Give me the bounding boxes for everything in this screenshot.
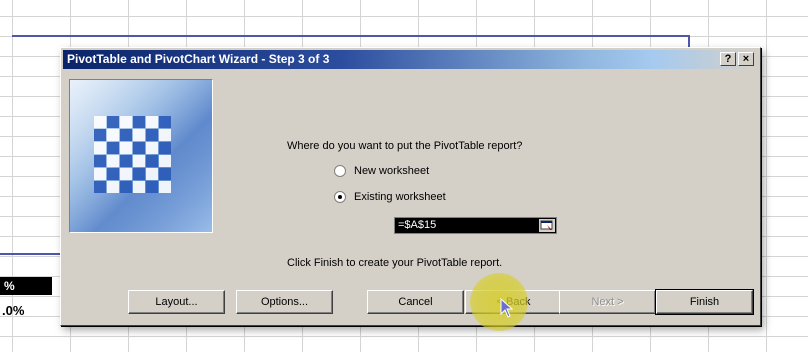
next-button: Next > <box>559 290 656 314</box>
collapse-dialog-icon[interactable] <box>539 219 555 232</box>
range-border-top <box>12 35 690 37</box>
new-worksheet-label[interactable]: New worksheet <box>354 165 429 177</box>
existing-worksheet-label[interactable]: Existing worksheet <box>354 191 446 203</box>
dialog-title: PivotTable and PivotChart Wizard - Step … <box>67 52 330 66</box>
new-worksheet-radio[interactable] <box>334 165 346 177</box>
checkerboard-graphic <box>70 80 212 232</box>
pivottable-wizard-dialog: PivotTable and PivotChart Wizard - Step … <box>60 47 761 326</box>
mouse-pointer-icon <box>500 297 514 323</box>
cell-percent-header[interactable]: % <box>0 277 52 295</box>
finish-button[interactable]: Finish <box>655 289 754 315</box>
reference-input[interactable]: =$A$15 <box>394 217 557 234</box>
close-button[interactable]: × <box>738 52 754 66</box>
existing-worksheet-option[interactable]: Existing worksheet <box>334 191 446 203</box>
cancel-button[interactable]: Cancel <box>367 290 464 314</box>
click-highlight <box>470 273 528 331</box>
new-worksheet-option[interactable]: New worksheet <box>334 165 429 177</box>
options-button[interactable]: Options... <box>236 290 333 314</box>
existing-worksheet-radio[interactable] <box>334 191 346 203</box>
help-button[interactable]: ? <box>720 52 736 66</box>
placement-question: Where do you want to put the PivotTable … <box>287 140 523 152</box>
cell-percent-value[interactable]: .0% <box>0 302 60 320</box>
finish-instruction: Click Finish to create your PivotTable r… <box>287 257 503 269</box>
wizard-illustration <box>69 79 213 233</box>
layout-button[interactable]: Layout... <box>128 290 225 314</box>
dialog-title-bar[interactable]: PivotTable and PivotChart Wizard - Step … <box>63 50 758 69</box>
range-border-left <box>0 253 62 255</box>
reference-value[interactable]: =$A$15 <box>398 219 436 231</box>
